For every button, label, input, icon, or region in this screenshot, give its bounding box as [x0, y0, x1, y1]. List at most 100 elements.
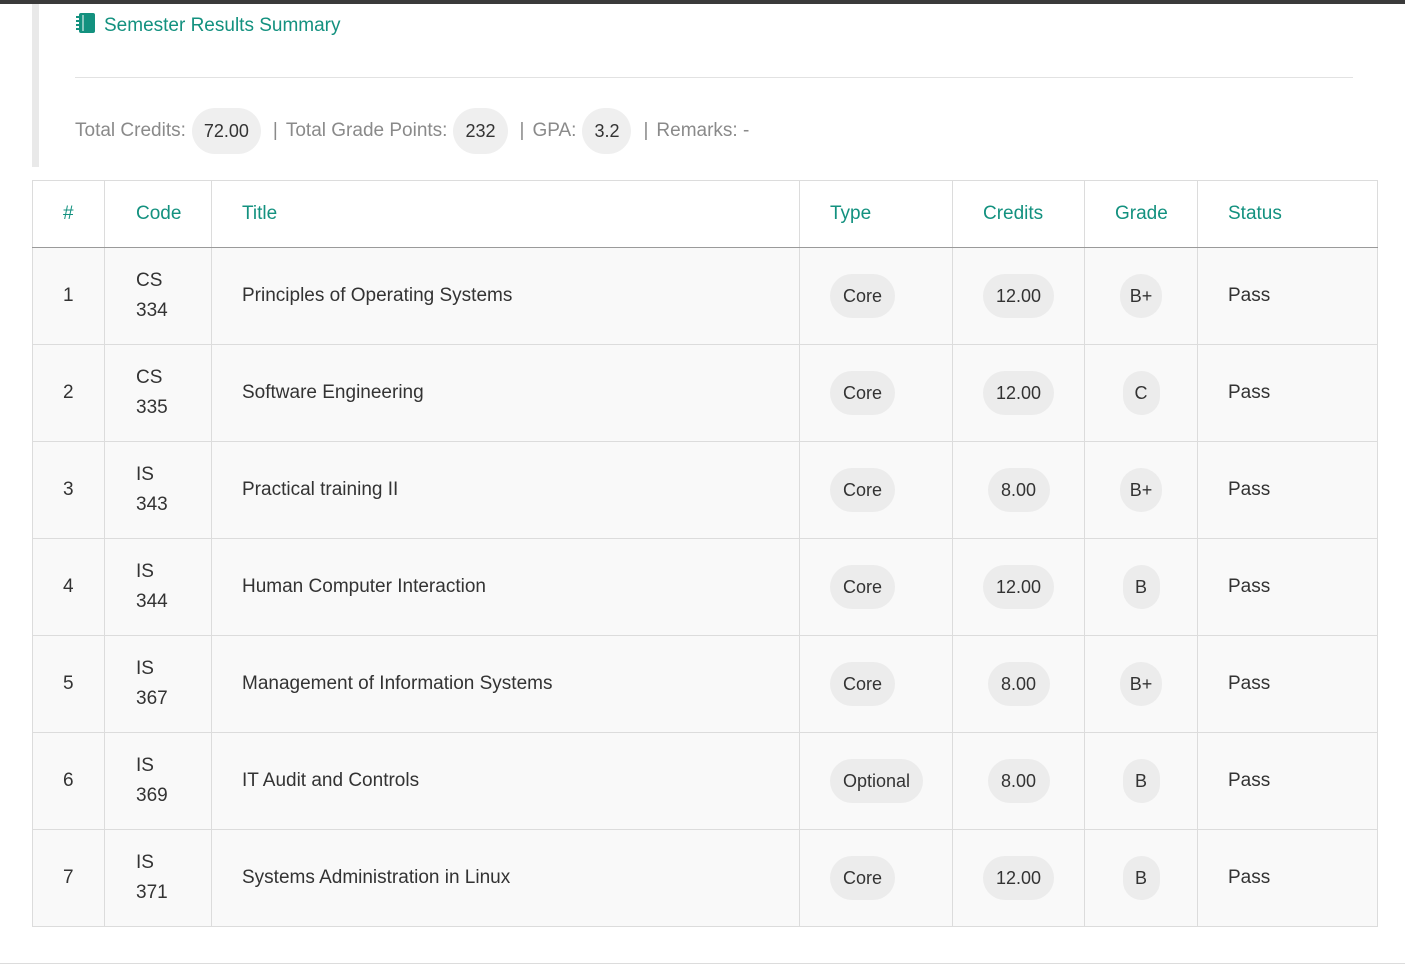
course-type-badge: Core [830, 371, 896, 415]
course-type-badge: Core [830, 662, 896, 706]
status-cell: Pass [1197, 635, 1378, 733]
status-cell: Pass [1197, 247, 1378, 345]
credits-cell: 12.00 [952, 538, 1085, 636]
gpa-badge: 3.2 [582, 108, 632, 154]
grade-badge: B [1122, 565, 1160, 609]
table-row: 7 IS 371 Systems Administration in Linux … [32, 829, 1378, 927]
code-number: 371 [136, 882, 168, 903]
course-code: IS 367 [104, 635, 212, 733]
row-number: 6 [32, 732, 105, 830]
course-code: IS 369 [104, 732, 212, 830]
credits-badge: 12.00 [982, 274, 1055, 318]
course-code: CS 335 [104, 344, 212, 442]
separator: | [643, 120, 649, 141]
course-code: IS 343 [104, 441, 212, 539]
grade-badge: B+ [1119, 662, 1163, 706]
credits-cell: 8.00 [952, 441, 1085, 539]
gpa-label: GPA: [532, 120, 577, 141]
row-number: 3 [32, 441, 105, 539]
code-prefix: IS [136, 658, 154, 679]
grade-cell: B [1084, 829, 1198, 927]
code-prefix: IS [136, 561, 154, 582]
status-cell: Pass [1197, 829, 1378, 927]
credits-cell: 12.00 [952, 247, 1085, 345]
course-type-badge: Core [830, 274, 896, 318]
grade-badge: B [1122, 759, 1160, 803]
separator: | [272, 120, 278, 141]
course-type-badge: Optional [830, 759, 924, 803]
code-prefix: IS [136, 755, 154, 776]
course-code: IS 371 [104, 829, 212, 927]
course-type-cell: Core [799, 247, 953, 345]
credits-badge: 12.00 [982, 565, 1055, 609]
grade-badge: B+ [1119, 274, 1163, 318]
header-credits[interactable]: Credits [952, 180, 1085, 248]
course-type-cell: Core [799, 441, 953, 539]
results-table: # Code Title Type Credits Grade Status 1… [32, 180, 1378, 927]
course-title: Human Computer Interaction [211, 538, 800, 636]
row-number: 5 [32, 635, 105, 733]
summary-stats: Total Credits: 72.00 | Total Grade Point… [75, 108, 749, 154]
row-number: 2 [32, 344, 105, 442]
code-number: 367 [136, 688, 168, 709]
header-number[interactable]: # [32, 180, 105, 248]
row-number: 4 [32, 538, 105, 636]
total-grade-points-label: Total Grade Points: [285, 120, 448, 141]
table-row: 4 IS 344 Human Computer Interaction Core … [32, 538, 1378, 636]
credits-cell: 8.00 [952, 635, 1085, 733]
header-title[interactable]: Title [211, 180, 800, 248]
grade-cell: B [1084, 732, 1198, 830]
table-row: 2 CS 335 Software Engineering Core 12.00 … [32, 344, 1378, 442]
total-credits-label: Total Credits: [75, 120, 186, 141]
total-grade-points-badge: 232 [453, 108, 508, 154]
credits-badge: 12.00 [982, 856, 1055, 900]
credits-cell: 12.00 [952, 344, 1085, 442]
code-prefix: CS [136, 367, 163, 388]
course-code: CS 334 [104, 247, 212, 345]
credits-badge: 8.00 [987, 468, 1050, 512]
header-status[interactable]: Status [1197, 180, 1378, 248]
credits-badge: 12.00 [982, 371, 1055, 415]
course-type-cell: Core [799, 538, 953, 636]
course-type-cell: Core [799, 829, 953, 927]
header-grade[interactable]: Grade [1084, 180, 1198, 248]
header-type[interactable]: Type [799, 180, 953, 248]
remarks-label: Remarks: - [656, 120, 750, 141]
grade-cell: B+ [1084, 635, 1198, 733]
row-number: 7 [32, 829, 105, 927]
credits-badge: 8.00 [987, 662, 1050, 706]
row-number: 1 [32, 247, 105, 345]
grade-badge: B+ [1119, 468, 1163, 512]
code-number: 334 [136, 300, 168, 321]
course-title: Management of Information Systems [211, 635, 800, 733]
status-cell: Pass [1197, 344, 1378, 442]
course-title: Software Engineering [211, 344, 800, 442]
course-type-cell: Optional [799, 732, 953, 830]
code-number: 335 [136, 397, 168, 418]
status-cell: Pass [1197, 441, 1378, 539]
separator: | [519, 120, 525, 141]
code-prefix: CS [136, 270, 163, 291]
course-type-cell: Core [799, 344, 953, 442]
grade-cell: B+ [1084, 247, 1198, 345]
header-code[interactable]: Code [104, 180, 212, 248]
table-row: 1 CS 334 Principles of Operating Systems … [32, 247, 1378, 345]
course-title: IT Audit and Controls [211, 732, 800, 830]
status-cell: Pass [1197, 538, 1378, 636]
code-number: 344 [136, 591, 168, 612]
course-title: Principles of Operating Systems [211, 247, 800, 345]
notebook-icon [75, 12, 104, 40]
code-number: 369 [136, 785, 168, 806]
panel-title: Semester Results Summary [75, 12, 341, 40]
status-cell: Pass [1197, 732, 1378, 830]
grade-cell: B [1084, 538, 1198, 636]
summary-panel: Semester Results Summary Total Credits: … [32, 4, 1377, 167]
course-code: IS 344 [104, 538, 212, 636]
code-number: 343 [136, 494, 168, 515]
code-prefix: IS [136, 464, 154, 485]
grade-badge: C [1122, 371, 1160, 415]
course-type-badge: Core [830, 468, 896, 512]
grade-cell: C [1084, 344, 1198, 442]
course-type-cell: Core [799, 635, 953, 733]
table-header-row: # Code Title Type Credits Grade Status [32, 180, 1378, 248]
